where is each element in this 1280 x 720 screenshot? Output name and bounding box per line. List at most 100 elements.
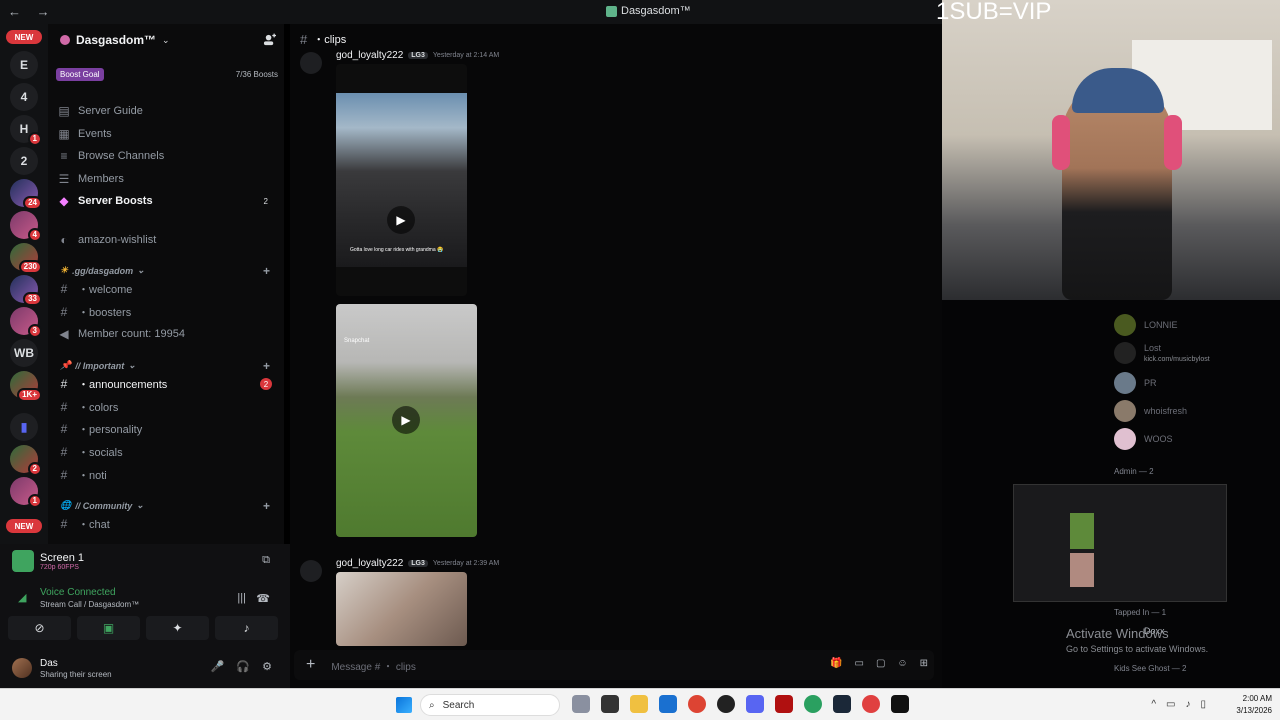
channel-noti[interactable]: # ・noti (58, 465, 276, 485)
server-h[interactable]: H 1 (10, 115, 42, 146)
server-icon[interactable]: 3 (10, 307, 42, 338)
video-attachment[interactable]: ▶ Gotta love long car rides with grandma… (336, 64, 467, 296)
chrome-icon[interactable] (688, 695, 706, 713)
server-icon[interactable]: 33 (10, 275, 42, 306)
member-item[interactable]: whoisfresh (1114, 400, 1187, 422)
voice-channel[interactable]: Stream Call / Dasgasdom™ (40, 600, 139, 609)
headphones-icon[interactable]: 🎧 (236, 660, 250, 673)
camera-off-button[interactable]: ⊘ (8, 616, 71, 640)
channel-announcements[interactable]: # ・announcements 2 (58, 374, 276, 394)
voice-status[interactable]: Voice Connected (40, 587, 116, 598)
taskbar-clock[interactable]: 2:00 AM 3/13/2026 (1236, 693, 1272, 717)
server-2[interactable]: 2 (10, 147, 38, 175)
member-item[interactable]: WOOS (1114, 428, 1173, 450)
discord-icon[interactable] (746, 695, 764, 713)
folder-icon[interactable]: ▮ (10, 413, 38, 441)
popout-icon[interactable]: ⧉ (262, 554, 270, 567)
taskbar-search[interactable]: ⌕ Search (420, 694, 560, 716)
channel-personality[interactable]: # ・personality (58, 419, 276, 439)
server-icon[interactable]: 1 (10, 477, 42, 508)
widget-icon[interactable] (572, 695, 590, 713)
member-item[interactable]: Lost kick.com/musicbylost (1114, 342, 1210, 364)
chat-area: # ・clips god_loyalty222 LG3 Yesterday at… (290, 24, 942, 688)
channel-boosters[interactable]: # ・boosters (58, 302, 276, 322)
member-item[interactable]: PR (1114, 372, 1157, 394)
server-icon[interactable]: 24 (10, 179, 42, 210)
epic-games-icon[interactable] (891, 695, 909, 713)
server-wb[interactable]: WB (10, 339, 38, 367)
battery-icon[interactable]: ▯ (1200, 699, 1206, 710)
server-icon[interactable]: 2 (10, 445, 42, 476)
message-composer[interactable]: + Message # ・ clips 🎁 ▭ ▢ ☺ ⊞ (294, 650, 934, 680)
server-e[interactable]: E (10, 51, 38, 79)
activities-button[interactable]: ✦ (146, 616, 209, 640)
author-name[interactable]: god_loyalty222 (336, 558, 403, 569)
category-gg[interactable]: ☀ .gg/dasgadom ⌄ + (60, 264, 278, 278)
boost-goal[interactable]: Boost Goal 7/36 Boosts (56, 66, 278, 82)
add-channel-icon[interactable]: + (263, 499, 270, 513)
channel-welcome[interactable]: # ・welcome (58, 279, 276, 299)
server-4[interactable]: 4 (10, 83, 38, 111)
browse-icon: ≡ (60, 149, 68, 163)
menu-members[interactable]: ☰ Members (58, 169, 276, 189)
add-channel-icon[interactable]: + (263, 264, 270, 278)
new-badge-top[interactable]: NEW (6, 30, 42, 44)
add-channel-icon[interactable]: + (263, 359, 270, 373)
soundboard-button[interactable]: ♪ (215, 616, 278, 640)
network-icon[interactable]: ▭ (1166, 699, 1175, 710)
menu-events[interactable]: ▦ Events (58, 124, 276, 144)
member-item[interactable]: LONNIE (1114, 314, 1178, 336)
channel-socials[interactable]: # ・socials (58, 442, 276, 462)
play-icon[interactable]: ▶ (392, 406, 420, 434)
avatar[interactable] (12, 658, 32, 678)
add-attachment-icon[interactable]: + (306, 656, 315, 674)
guild-header[interactable]: Dasgasdom™ ⌄ (48, 24, 284, 56)
chrome-alt-icon[interactable] (862, 695, 880, 713)
video-attachment[interactable]: Snapchat ▶ (336, 304, 477, 537)
channel-label: ・colors (78, 402, 119, 414)
apps-icon[interactable]: ⊞ (920, 658, 928, 669)
menu-server-guide[interactable]: ▤ Server Guide (58, 101, 276, 121)
store-icon[interactable] (659, 695, 677, 713)
username[interactable]: Das (40, 658, 58, 669)
gift-icon[interactable]: 🎁 (830, 658, 842, 669)
screen-share-button[interactable]: ▣ (77, 616, 140, 640)
menu-browse-channels[interactable]: ≡ Browse Channels (58, 146, 276, 166)
video-attachment[interactable] (336, 572, 467, 646)
play-icon[interactable]: ▶ (387, 206, 415, 234)
acrobat-icon[interactable] (775, 695, 793, 713)
server-icon[interactable]: 4 (10, 211, 42, 242)
category-community[interactable]: 🌐// Community ⌄ + (60, 499, 278, 513)
channel-member-count[interactable]: ◀ Member count: 19954 (58, 324, 276, 344)
invite-people-icon[interactable] (263, 33, 276, 46)
file-explorer-icon[interactable] (630, 695, 648, 713)
start-button[interactable] (396, 697, 412, 713)
microphone-icon[interactable]: 🎤 (211, 660, 225, 673)
gif-icon[interactable]: ▭ (854, 658, 863, 669)
volume-icon[interactable]: ♪ (1185, 699, 1190, 710)
chrome-profile-icon[interactable] (804, 695, 822, 713)
author-name[interactable]: god_loyalty222 (336, 50, 403, 61)
author-avatar[interactable] (300, 560, 322, 582)
server-icon[interactable]: 230 (10, 243, 42, 274)
disconnect-icon[interactable]: ☎ (256, 592, 270, 605)
author-avatar[interactable] (300, 52, 322, 74)
noise-suppression-icon[interactable]: ||| (237, 592, 246, 604)
new-badge-bottom[interactable]: NEW (6, 519, 42, 533)
emoji-icon[interactable]: ☺ (897, 658, 907, 669)
gear-icon[interactable]: ⚙ (262, 660, 272, 673)
channel-amazon-wishlist[interactable]: ◐ amazon-wishlist (58, 230, 276, 250)
obs-icon[interactable] (717, 695, 735, 713)
menu-server-boosts[interactable]: ◆ Server Boosts 2 (58, 191, 276, 211)
chevron-up-icon[interactable]: ^ (1151, 699, 1156, 710)
task-view-icon[interactable] (601, 695, 619, 713)
category-important[interactable]: 📌// Important ⌄ + (60, 359, 278, 373)
message-input[interactable]: Message # ・ clips (331, 658, 415, 673)
channel-colors[interactable]: # ・colors (58, 397, 276, 417)
nav-arrows[interactable]: ← → (8, 4, 56, 19)
server-icon[interactable]: 1K+ (10, 371, 42, 402)
sticker-icon[interactable]: ▢ (876, 658, 885, 669)
channel-chat[interactable]: # ・chat (58, 514, 276, 534)
screen-share-preview[interactable]: Screen 1 720p 60FPS (12, 550, 84, 572)
steam-icon[interactable] (833, 695, 851, 713)
